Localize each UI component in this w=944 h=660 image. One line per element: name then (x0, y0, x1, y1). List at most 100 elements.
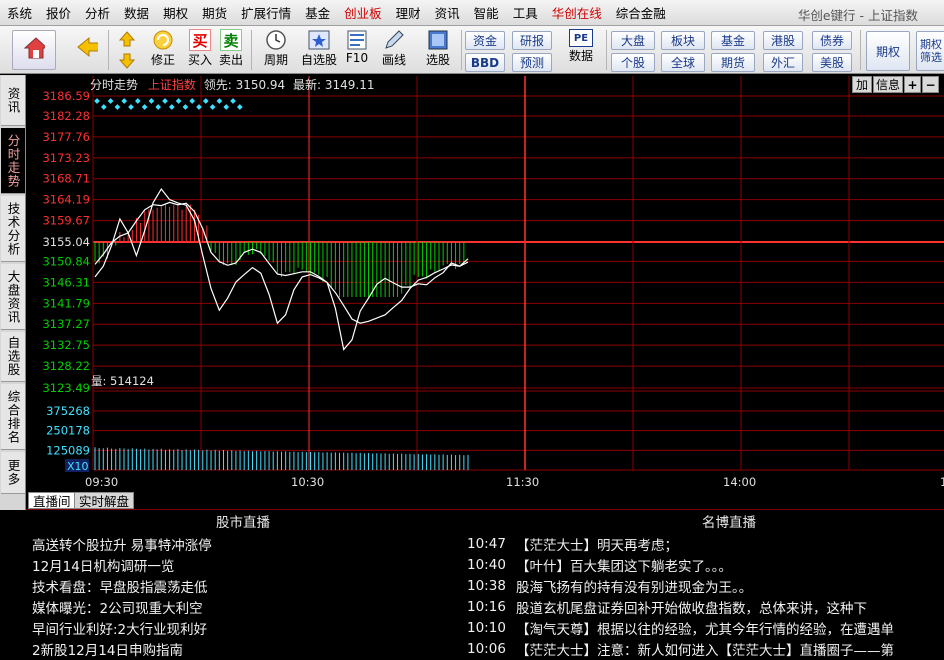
bbd-button[interactable]: BBD (465, 53, 505, 72)
buy-icon: 买 (189, 29, 211, 51)
market-button[interactable]: 大盘 (611, 31, 655, 50)
menu-item-10[interactable]: 资讯 (428, 3, 467, 22)
sector-button[interactable]: 板块 (661, 31, 705, 50)
blog-news-item[interactable]: 【茫茫大士】注意：新人如何进入【茫茫大士】直播圈子——第 (516, 639, 936, 659)
menu-item-13[interactable]: 华创在线 (545, 3, 609, 22)
chart-view-name: 分时走势 (90, 78, 139, 92)
tab-live-room[interactable]: 直播间 (28, 492, 76, 509)
side-tab-1[interactable]: 分时走势 (1, 128, 25, 194)
news-panel: 股市直播 名博直播 高送转个股拉升 易事特冲涨停 12月14日机构调研一览 技术看盘… (26, 509, 944, 660)
market-news-item[interactable]: 早间行业利好:2大行业现利好 (32, 618, 207, 638)
side-tab-4[interactable]: 自选股 (1, 332, 25, 382)
menu-item-1[interactable]: 报价 (39, 3, 78, 22)
home-button[interactable] (12, 30, 56, 70)
chart-svg: 3186.59 3182.28 3177.76 3173.23 3168.71 3164.… (42, 76, 944, 489)
separator (108, 30, 109, 70)
menu-item-6[interactable]: 扩展行情 (234, 3, 298, 22)
blog-news-item[interactable]: 【叶什】百大集团这下躺老实了。。。 (516, 555, 936, 575)
menu-item-7[interactable]: 基金 (298, 3, 337, 22)
period-button[interactable]: 周期 (256, 29, 296, 68)
info-button[interactable]: 信息 (873, 76, 903, 93)
menu-item-14[interactable]: 综合金融 (609, 3, 673, 22)
data-label: 数据 (568, 49, 593, 63)
home-icon (23, 37, 45, 59)
buy-button[interactable]: 买 买入 (186, 29, 214, 68)
f10-label: F10 (345, 51, 369, 65)
menu-item-8[interactable]: 创业板 (337, 3, 389, 22)
period-label: 周期 (263, 53, 288, 67)
blog-news-time: 10:10 (467, 620, 506, 636)
fund-button[interactable]: 基金 (711, 31, 755, 50)
signal-dot (162, 98, 168, 104)
data-button[interactable]: PE 数据 (562, 29, 600, 64)
futures-button[interactable]: 期货 (711, 53, 755, 72)
blog-news-item[interactable]: 【茫茫大士】明天再考虑； (516, 534, 936, 554)
zoom-in-button[interactable]: + (904, 76, 921, 93)
stock-button[interactable]: 个股 (611, 53, 655, 72)
window-title: 华创e键行 - 上证指数 (797, 8, 918, 23)
draw-line-button[interactable]: 画线 (374, 29, 414, 68)
menu-item-12[interactable]: 工具 (506, 3, 545, 22)
options-button[interactable]: 期权 (866, 31, 910, 71)
menu-item-2[interactable]: 分析 (78, 3, 117, 22)
market-news-item[interactable]: 技术看盘：早盘股指震荡走低 (32, 576, 208, 596)
bond-button[interactable]: 债券 (812, 31, 852, 50)
research-button[interactable]: 研报 (512, 31, 552, 50)
blog-news-item[interactable]: 股海飞扬有的持有没有别进现金为王。。 (516, 576, 936, 596)
page-up-down-button[interactable] (114, 28, 140, 72)
stock-picker-button[interactable]: 选股 (418, 29, 458, 68)
f10-button[interactable]: F10 (342, 29, 372, 65)
forex-button[interactable]: 外汇 (763, 53, 803, 72)
menu-item-9[interactable]: 理财 (389, 3, 428, 22)
menu-item-5[interactable]: 期货 (195, 3, 234, 22)
signal-dot (148, 98, 155, 104)
market-live-title: 股市直播 (216, 515, 270, 531)
capital-button[interactable]: 资金 (465, 31, 505, 50)
down-arrow-icon (116, 50, 138, 72)
time-tick-label: 14:00 (723, 475, 756, 489)
draw-line-label: 画线 (381, 53, 406, 67)
menu-item-0[interactable]: 系统 (0, 3, 39, 22)
signal-dot (100, 104, 107, 110)
market-news-item[interactable]: 媒体曝光：2公司现重大利空 (32, 597, 203, 617)
refresh-button[interactable]: 修正 (148, 29, 178, 68)
watchlist-button[interactable]: 自选股 (298, 29, 340, 68)
menu-bar: 系统 报价 分析 数据 期权 期货 扩展行情 基金 创业板 理财 资讯 智能 工具 华创在线 综合金融 华创e… (0, 0, 944, 26)
market-news-item[interactable]: 12月14日机构调研一览 (32, 555, 174, 575)
menu-item-3[interactable]: 数据 (117, 3, 156, 22)
sell-button[interactable]: 卖 卖出 (217, 29, 245, 68)
signal-dot (128, 104, 134, 110)
blog-news-item[interactable]: 【淘气天尊】根据以往的经验，尤其今年行情的经验，在遭遇单 (516, 618, 936, 638)
global-button[interactable]: 全球 (661, 53, 705, 72)
blog-news-item[interactable]: 股道玄机尾盘证券回补开始做收盘指数，总体来讲，这种下 (516, 597, 936, 617)
menu-item-4[interactable]: 期权 (156, 3, 195, 22)
market-news-item[interactable]: 2新股12月14日申购指南 (32, 639, 183, 659)
time-tick-label: 15:00 (940, 475, 944, 489)
blog-news-time: 10:06 (467, 641, 506, 657)
blog-live-title: 名博直播 (702, 515, 756, 531)
back-button[interactable] (72, 36, 102, 66)
signal-dot (209, 104, 216, 110)
forecast-button[interactable]: 预测 (512, 53, 552, 72)
signal-dot (121, 98, 128, 104)
signal-dot (189, 98, 196, 104)
side-tab-5[interactable]: 综合排名 (1, 384, 25, 450)
side-tab-2[interactable]: 技术分析 (1, 196, 25, 262)
options-screen-button[interactable]: 期权筛选 (916, 31, 944, 71)
side-tab-3[interactable]: 大盘资讯 (1, 264, 25, 330)
side-tab-6[interactable]: 更多 (1, 452, 25, 494)
menu-item-11[interactable]: 智能 (467, 3, 506, 22)
zoom-out-button[interactable]: − (922, 76, 939, 93)
hk-stock-button[interactable]: 港股 (763, 31, 803, 50)
signal-dot (202, 98, 209, 104)
tab-realtime-analysis[interactable]: 实时解盘 (74, 492, 135, 509)
price-tick-label: 3159.67 (42, 214, 90, 228)
side-tab-0[interactable]: 资讯 (1, 76, 25, 126)
signal-dot (236, 104, 243, 110)
us-stock-button[interactable]: 美股 (812, 53, 852, 72)
signal-dot (155, 104, 162, 110)
market-news-item[interactable]: 高送转个股拉升 易事特冲涨停 (32, 534, 212, 554)
add-button[interactable]: 加 (852, 76, 872, 93)
blog-news-time: 10:38 (467, 578, 506, 594)
signal-dot (114, 104, 121, 110)
